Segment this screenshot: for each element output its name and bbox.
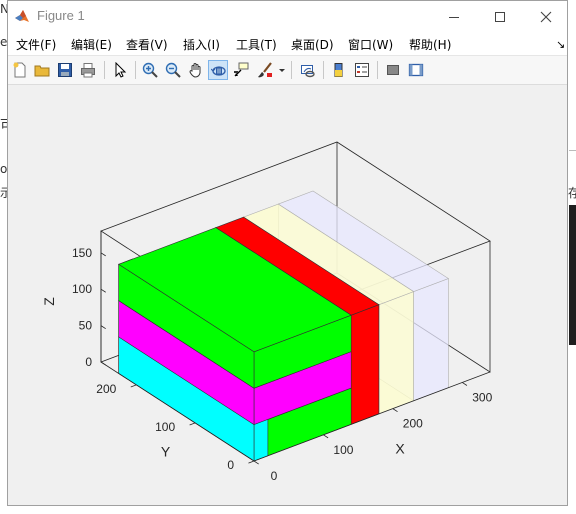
menu-edit[interactable]: 编辑(E) (71, 36, 112, 53)
toolbar-separator (323, 61, 324, 79)
pan-icon[interactable] (186, 60, 206, 80)
menu-file[interactable]: 文件(F) (16, 36, 56, 53)
new-figure-icon[interactable] (10, 60, 30, 80)
edit-plot-icon[interactable] (110, 60, 130, 80)
z-tick-mark (100, 361, 106, 366)
background-fragment: 存 (568, 186, 576, 200)
y-tick-label: 0 (227, 458, 234, 472)
toolbar-separator (377, 61, 378, 79)
menu-bar: 文件(F) 编辑(E) 查看(V) 插入(I) 工具(T) 桌面(D) 窗口(W… (8, 32, 567, 56)
z-axis-label: Z (41, 297, 57, 306)
z-tick-label: 0 (85, 355, 92, 369)
x-tick-label: 100 (333, 443, 353, 457)
y-tick-label: 200 (96, 382, 116, 396)
x-tick-mark (323, 434, 329, 439)
matlab-logo-icon (14, 8, 30, 24)
minimize-button[interactable] (431, 1, 477, 32)
link-plot-icon[interactable] (298, 60, 318, 80)
print-icon[interactable] (78, 60, 98, 80)
toolbar-separator (104, 61, 105, 79)
bar-face-front (413, 278, 449, 402)
brush-icon[interactable] (255, 60, 275, 80)
y-tick-mark (248, 460, 255, 464)
insert-colorbar-icon[interactable] (329, 60, 349, 80)
toolbar-separator (135, 61, 136, 79)
z-tick-mark (100, 325, 106, 329)
y-tick-label: 100 (155, 420, 175, 434)
figure-window: Figure 1 文件(F) 编辑(E) 查看(V) 插入(I) 工具(T) 桌… (7, 0, 568, 506)
bar-face-front (378, 291, 414, 415)
menu-insert[interactable]: 插入(I) (183, 36, 220, 53)
hide-plot-tools-icon[interactable] (383, 60, 403, 80)
menu-window[interactable]: 窗口(W) (348, 36, 393, 53)
z-tick-mark (100, 252, 106, 257)
data-cursor-icon[interactable] (231, 60, 251, 80)
menu-overflow-icon[interactable]: ↘ (556, 38, 565, 51)
x-tick-mark (253, 460, 259, 465)
save-icon[interactable] (55, 60, 75, 80)
figure-toolbar (8, 56, 567, 85)
open-file-icon[interactable] (32, 60, 52, 80)
menu-view[interactable]: 查看(V) (126, 36, 168, 53)
show-plot-tools-icon[interactable] (406, 60, 426, 80)
z-tick-label: 100 (72, 282, 92, 296)
y-axis-label: Y (161, 444, 171, 460)
x-tick-label: 200 (403, 417, 423, 431)
menu-tools[interactable]: 工具(T) (236, 36, 277, 53)
title-bar[interactable]: Figure 1 (8, 1, 567, 32)
brush-dropdown-icon[interactable] (276, 60, 286, 80)
bar-face-front (350, 304, 380, 425)
z-tick-label: 150 (72, 246, 92, 260)
x-tick-label: 0 (271, 469, 278, 483)
x-tick-label: 300 (472, 390, 492, 404)
3d-axes[interactable]: 0 100 200 300 0 100 200 0 50 100 150 X Y Z (8, 85, 567, 505)
menu-help[interactable]: 帮助(H) (409, 36, 451, 53)
x-tick-mark (462, 382, 468, 386)
z-tick-label: 50 (79, 319, 93, 333)
insert-legend-icon[interactable] (352, 60, 372, 80)
y-tick-mark (189, 422, 196, 426)
z-tick-mark (100, 288, 106, 293)
plot-area[interactable]: 0 100 200 300 0 100 200 0 50 100 150 X Y Z (8, 85, 567, 505)
menu-desktop[interactable]: 桌面(D) (291, 36, 334, 53)
x-tick-mark (392, 408, 398, 413)
background-divider (569, 150, 576, 151)
zoom-out-icon[interactable] (163, 60, 183, 80)
rotate-3d-icon[interactable] (208, 60, 228, 80)
x-axis-label: X (395, 441, 405, 457)
window-title: Figure 1 (37, 8, 85, 23)
toolbar-separator (291, 61, 292, 79)
maximize-button[interactable] (477, 1, 523, 32)
background-panel (569, 205, 576, 345)
zoom-in-icon[interactable] (140, 60, 160, 80)
close-button[interactable] (523, 1, 569, 32)
y-tick-mark (130, 384, 137, 388)
